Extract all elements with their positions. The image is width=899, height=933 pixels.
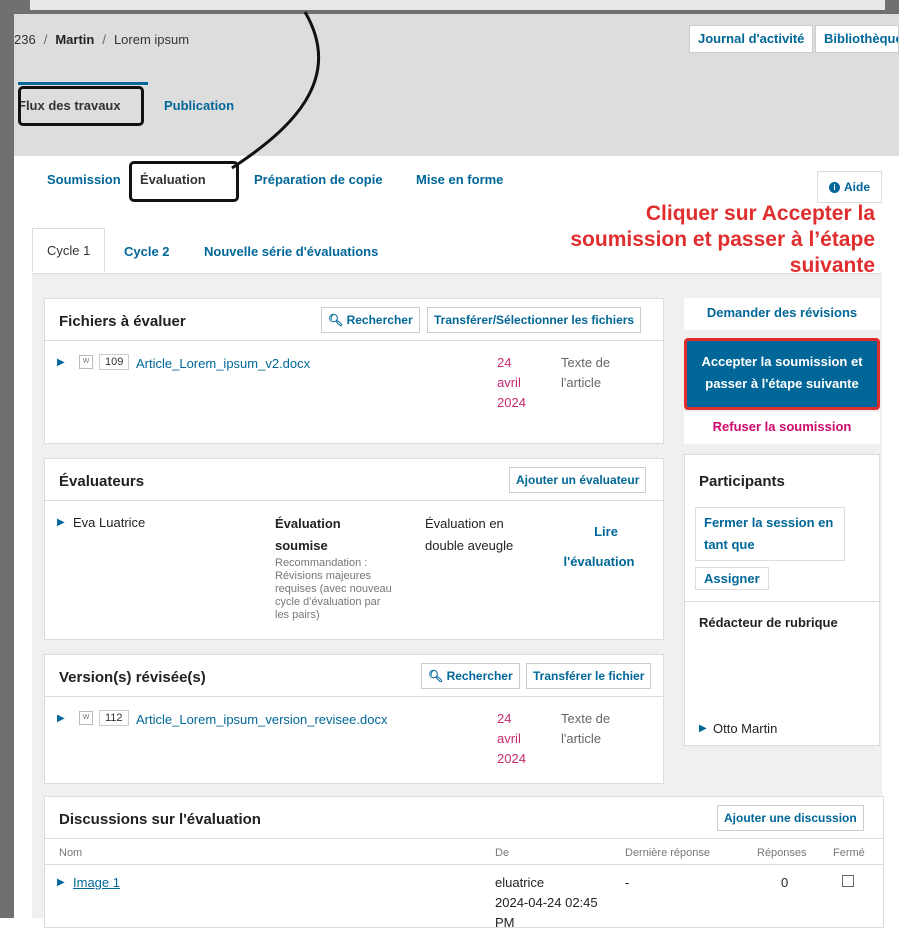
file-date: 24 avril 2024 (497, 711, 526, 766)
tab-new-review-round[interactable]: Nouvelle série d'évaluations (204, 244, 378, 259)
active-tab-underline (18, 82, 148, 85)
reviewer-status: Évaluation soumise Recommandation : Révi… (275, 516, 392, 621)
reviewer-name: Eva Luatrice (73, 515, 146, 530)
discussions-grid: Discussions sur l'évaluation Ajouter une… (44, 796, 884, 930)
screenshot-frame-left (0, 0, 14, 918)
file-link[interactable]: Article_Lorem_ipsum_v2.docx (136, 356, 310, 371)
search-icon: 🔍︎ (428, 669, 447, 683)
stage-tab-copyediting[interactable]: Préparation de copie (254, 172, 383, 187)
review-files-title: Fichiers à évaluer (59, 313, 186, 330)
tab-publication[interactable]: Publication (164, 98, 234, 113)
discussion-from: eluatrice 2024-04-24 02:45 PM (495, 875, 598, 930)
search-files-button[interactable]: 🔍︎ Rechercher (321, 307, 420, 333)
file-type: Texte de l'article (561, 711, 611, 746)
breadcrumb-author[interactable]: Martin (55, 32, 94, 47)
participants-title: Participants (699, 473, 785, 490)
workflow-area: Soumission Évaluation Préparation de cop… (14, 156, 899, 930)
closed-checkbox[interactable] (842, 875, 854, 887)
upload-file-button[interactable]: Transférer le fichier (526, 663, 652, 689)
search-icon: 🔍︎ (328, 313, 347, 327)
document-icon: W (79, 355, 93, 369)
document-icon: W (79, 711, 93, 725)
request-revisions-button[interactable]: Demander des révisions (684, 298, 880, 330)
decline-submission-button[interactable]: Refuser la soumission (684, 412, 880, 444)
activity-log-button[interactable]: Journal d'activité (689, 25, 814, 53)
participants-panel: Participants Fermer la session en tant q… (684, 454, 880, 746)
expand-row-icon[interactable]: ▶ (699, 723, 707, 734)
revisions-grid: Version(s) révisée(s) 🔍︎ Rechercher Tran… (44, 654, 664, 784)
search-revisions-button[interactable]: 🔍︎ Rechercher (421, 663, 520, 689)
highlight-evaluation-tab (129, 161, 239, 202)
breadcrumb-title: Lorem ipsum (113, 32, 190, 47)
info-icon: i (828, 182, 840, 194)
tab-cycle-2[interactable]: Cycle 2 (124, 244, 170, 259)
review-method: Évaluation en double aveugle (425, 516, 514, 553)
file-id: 109 (99, 354, 130, 370)
expand-row-icon[interactable]: ▶ (57, 713, 65, 724)
discussions-title: Discussions sur l'évaluation (59, 811, 261, 828)
revisions-title: Version(s) révisée(s) (59, 669, 206, 686)
participant-name: Otto Martin (713, 721, 778, 736)
screenshot-frame-top (0, 0, 899, 14)
discussion-link[interactable]: Image 1 (73, 875, 120, 890)
add-reviewer-button[interactable]: Ajouter un évaluateur (509, 467, 647, 493)
discussion-last-reply: - (625, 875, 630, 890)
file-link[interactable]: Article_Lorem_ipsum_version_revisee.docx (136, 712, 387, 727)
stage-tab-production[interactable]: Mise en forme (416, 172, 503, 187)
reviewers-grid: Évaluateurs Ajouter un évaluateur ▶ Eva … (44, 458, 664, 640)
reviewers-title: Évaluateurs (59, 473, 145, 490)
stage-tab-submission[interactable]: Soumission (47, 172, 121, 187)
accept-submission-button[interactable]: Accepter la soumission et passer à l'éta… (684, 338, 880, 410)
file-type: Texte de l'article (561, 355, 611, 390)
expand-row-icon[interactable]: ▶ (57, 357, 65, 368)
discussion-replies: 0 (781, 875, 789, 890)
file-date: 24 avril 2024 (497, 355, 526, 410)
discussions-column-headers: Nom De Dernière réponse Réponses Fermé (45, 839, 883, 865)
read-review-link[interactable]: Lire l'évaluation (564, 517, 637, 577)
add-discussion-button[interactable]: Ajouter une discussion (717, 805, 864, 831)
review-panel: Fichiers à évaluer 🔍︎ Rechercher Transfé… (32, 274, 884, 930)
assign-button[interactable]: Assigner (695, 567, 769, 590)
expand-row-icon[interactable]: ▶ (57, 877, 65, 888)
review-round-tabs: Cycle 1 Cycle 2 Nouvelle série d'évaluat… (32, 228, 882, 274)
tab-cycle-1[interactable]: Cycle 1 (32, 228, 106, 272)
highlight-workflow-tab (18, 86, 144, 126)
logout-as-button[interactable]: Fermer la session en tant que (695, 507, 845, 561)
role-label: Rédacteur de rubrique (699, 615, 838, 630)
breadcrumb-id: 236 (14, 32, 36, 47)
library-button[interactable]: Bibliothèque (815, 25, 899, 53)
help-button[interactable]: i Aide (817, 171, 882, 203)
upload-select-files-button[interactable]: Transférer/Sélectionner les fichiers (427, 307, 642, 333)
breadcrumb: 236/Martin / Lorem ipsum (14, 32, 190, 47)
review-files-grid: Fichiers à évaluer 🔍︎ Rechercher Transfé… (44, 298, 664, 444)
expand-row-icon[interactable]: ▶ (57, 517, 65, 528)
file-id: 112 (99, 710, 129, 726)
page-header: 236/Martin / Lorem ipsum Journal d'activit… (14, 14, 899, 156)
